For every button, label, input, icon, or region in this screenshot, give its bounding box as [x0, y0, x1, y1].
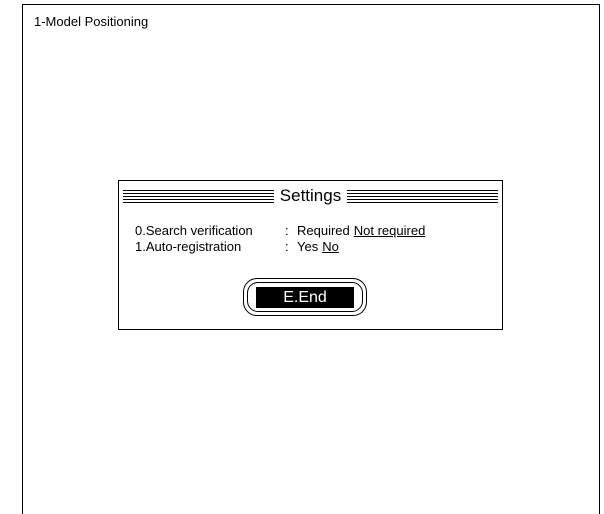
screen-title: 1-Model Positioning	[34, 14, 149, 29]
search-verification-option-not-required[interactable]: Not required	[354, 223, 426, 238]
auto-registration-label: 1.Auto-registration	[135, 239, 242, 254]
search-verification-separator: :	[285, 223, 289, 238]
end-button[interactable]: E.End	[256, 287, 354, 308]
auto-registration-option-yes[interactable]: Yes	[297, 239, 318, 254]
auto-registration-row: 1.Auto-registration : Yes No	[135, 239, 343, 254]
header-lines-right	[347, 189, 498, 203]
settings-dialog: Settings 0.Search verification : Require…	[118, 180, 503, 330]
auto-registration-option-no[interactable]: No	[322, 239, 339, 254]
end-button-frame: E.End	[243, 278, 367, 316]
header-lines-left	[123, 189, 274, 203]
dialog-header: Settings	[123, 185, 498, 207]
auto-registration-separator: :	[285, 239, 289, 254]
search-verification-label: 0.Search verification	[135, 223, 253, 238]
search-verification-row: 0.Search verification : Required Not req…	[135, 223, 429, 238]
dialog-title: Settings	[279, 186, 342, 205]
search-verification-option-required[interactable]: Required	[297, 223, 350, 238]
